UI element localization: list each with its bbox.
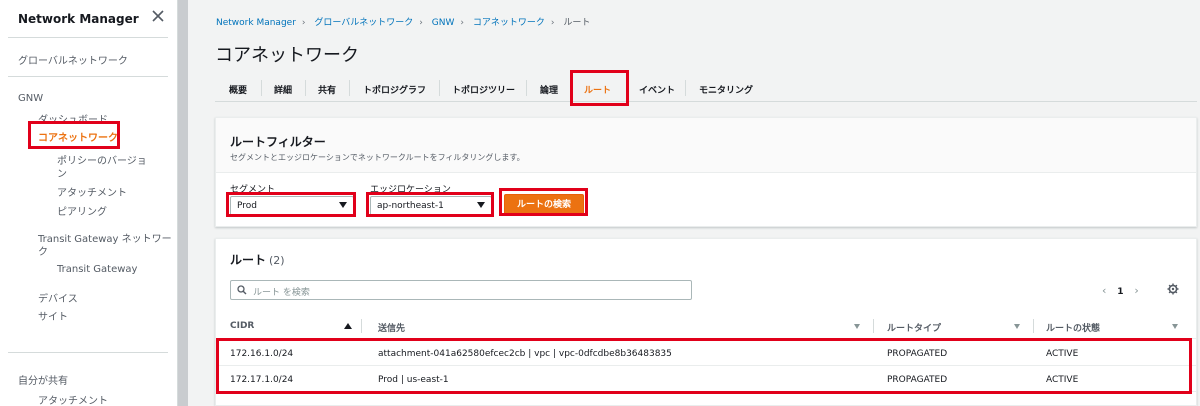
table-row[interactable]: 172.17.1.0/24 Prod | us-east-1 PROPAGATE…	[216, 367, 1196, 392]
tab-divider	[685, 80, 686, 96]
routes-title: ルート (2)	[230, 251, 285, 268]
edge-location-label: エッジロケーション	[370, 185, 451, 195]
sidebar-item-policy-versions[interactable]: ポリシーのバージョ	[57, 152, 147, 167]
column-cidr[interactable]: CIDR	[230, 321, 254, 331]
cell-route-type: PROPAGATED	[887, 375, 948, 385]
tab-events[interactable]: イベント	[639, 83, 675, 96]
segment-label: セグメント	[230, 185, 276, 195]
caret-down-icon	[477, 202, 485, 208]
column-divider[interactable]	[361, 319, 362, 333]
sidebar-item-tgw-network[interactable]: Transit Gateway ネットワー	[38, 230, 172, 245]
tab-details[interactable]: 詳細	[274, 83, 292, 96]
chevron-right-icon: ›	[550, 18, 555, 28]
route-filter-description: セグメントとエッジロケーションでネットワークルートをフィルタリングします。	[230, 153, 525, 162]
tab-routes[interactable]: ルート	[584, 83, 611, 96]
sidebar-section-gnw: GNW	[18, 93, 44, 104]
tab-topology-graph[interactable]: トポロジグラフ	[363, 83, 426, 96]
chevron-right-icon: ›	[301, 18, 306, 28]
tab-divider	[261, 80, 262, 96]
sidebar-scrollbar[interactable]	[178, 0, 188, 406]
routes-panel: ルート (2) ルート を検索 ‹ 1 › CIDR 送信先 ルートタイプ ルート…	[215, 238, 1197, 406]
routes-title-text: ルート	[230, 253, 267, 267]
cell-route-state: ACTIVE	[1046, 375, 1079, 385]
close-icon[interactable]	[150, 8, 166, 24]
column-divider[interactable]	[1033, 319, 1034, 333]
tab-divider	[626, 80, 627, 96]
sidebar-item-global-networks[interactable]: グローバルネットワーク	[18, 52, 128, 67]
sidebar-item-transit-gateway[interactable]: Transit Gateway	[57, 264, 137, 275]
search-routes-button[interactable]: ルートの検索	[504, 194, 584, 216]
sidebar-divider	[8, 76, 168, 77]
tab-logical[interactable]: 論理	[540, 83, 558, 96]
column-route-type[interactable]: ルートタイプ	[887, 321, 941, 334]
sidebar-item-core-network[interactable]: コアネットワーク	[38, 129, 118, 144]
page-title: コアネットワーク	[215, 45, 359, 66]
sidebar-item-dashboard[interactable]: ダッシュボード	[38, 111, 108, 126]
column-divider[interactable]	[873, 319, 874, 333]
cell-cidr: 172.16.1.0/24	[230, 349, 294, 359]
tab-divider	[305, 80, 306, 96]
sidebar-section-shared: 自分が共有	[18, 376, 68, 387]
chevron-right-icon: ›	[419, 18, 423, 28]
segment-select[interactable]: Prod	[230, 196, 354, 216]
route-filter-panel: ルートフィルター セグメントとエッジロケーションでネットワークルートをフィルタリ…	[215, 117, 1197, 227]
breadcrumb-network-manager[interactable]: Network Manager	[216, 18, 296, 28]
sort-icon[interactable]	[1014, 324, 1020, 329]
cell-route-state: ACTIVE	[1046, 349, 1079, 359]
table-row[interactable]: 172.16.1.0/24 attachment-041a62580efcec2…	[216, 341, 1196, 366]
breadcrumb: Network Manager › グローバルネットワーク › GNW › コアネット…	[216, 15, 594, 28]
pagination: ‹ 1 ›	[1102, 284, 1139, 297]
chevron-left-icon[interactable]: ‹	[1102, 284, 1106, 297]
sidebar-item-tgw-network-wrap[interactable]: ク	[38, 243, 48, 258]
sidebar-item-policy-versions-wrap[interactable]: ン	[57, 165, 67, 180]
sidebar-divider	[8, 37, 168, 38]
route-search-input[interactable]: ルート を検索	[230, 280, 692, 300]
tab-divider	[439, 80, 440, 96]
sidebar: Network Manager グローバルネットワーク GNW ダッシュボード …	[0, 0, 178, 406]
tab-divider	[526, 80, 527, 96]
sidebar-divider	[8, 352, 168, 353]
sidebar-item-sites[interactable]: サイト	[38, 308, 68, 323]
segment-select-value: Prod	[237, 201, 257, 211]
route-filter-title: ルートフィルター	[230, 135, 326, 149]
breadcrumb-gnw[interactable]: GNW	[432, 18, 455, 28]
tab-topology-tree[interactable]: トポロジツリー	[452, 83, 515, 96]
tab-sharing[interactable]: 共有	[318, 83, 336, 96]
edge-location-select[interactable]: ap-northeast-1	[370, 196, 492, 216]
table-header: CIDR 送信先 ルートタイプ ルートの状態	[216, 313, 1196, 339]
tab-overview[interactable]: 概要	[229, 83, 247, 96]
breadcrumb-global-networks[interactable]: グローバルネットワーク	[314, 18, 413, 28]
breadcrumb-core-network[interactable]: コアネットワーク	[473, 18, 545, 28]
sidebar-item-peering[interactable]: ピアリング	[57, 203, 107, 218]
cell-destination: attachment-041a62580efcec2cb | vpc | vpc…	[378, 349, 672, 359]
cell-cidr: 172.17.1.0/24	[230, 375, 294, 385]
routes-count: (2)	[269, 254, 285, 267]
tab-divider	[349, 80, 350, 96]
sort-icon[interactable]	[1172, 324, 1178, 329]
panel-header	[216, 118, 1196, 173]
chevron-right-icon: ›	[460, 18, 464, 28]
column-destination[interactable]: 送信先	[378, 321, 405, 334]
route-search-placeholder: ルート を検索	[253, 288, 310, 298]
sort-ascending-icon[interactable]	[344, 323, 352, 329]
sidebar-item-devices[interactable]: デバイス	[38, 290, 78, 305]
chevron-right-icon[interactable]: ›	[1134, 284, 1138, 297]
edge-location-select-value: ap-northeast-1	[377, 201, 444, 211]
cell-destination: Prod | us-east-1	[378, 375, 449, 385]
caret-down-icon	[339, 202, 347, 208]
tab-divider	[570, 80, 571, 96]
sidebar-item-attachments[interactable]: アタッチメント	[57, 184, 127, 199]
sort-icon[interactable]	[854, 324, 860, 329]
gear-icon[interactable]	[1167, 283, 1179, 295]
search-icon	[237, 285, 247, 295]
breadcrumb-current: ルート	[563, 18, 591, 28]
cell-route-type: PROPAGATED	[887, 349, 948, 359]
column-route-state[interactable]: ルートの状態	[1046, 321, 1100, 334]
tab-bar: 概要 詳細 共有 トポロジグラフ トポロジツリー 論理 ルート イベント モニタ…	[215, 76, 1197, 102]
tab-monitoring[interactable]: モニタリング	[699, 83, 753, 96]
sidebar-title: Network Manager	[18, 12, 139, 26]
sidebar-item-shared-attachments[interactable]: アタッチメント	[38, 392, 108, 406]
page-number[interactable]: 1	[1117, 287, 1123, 297]
